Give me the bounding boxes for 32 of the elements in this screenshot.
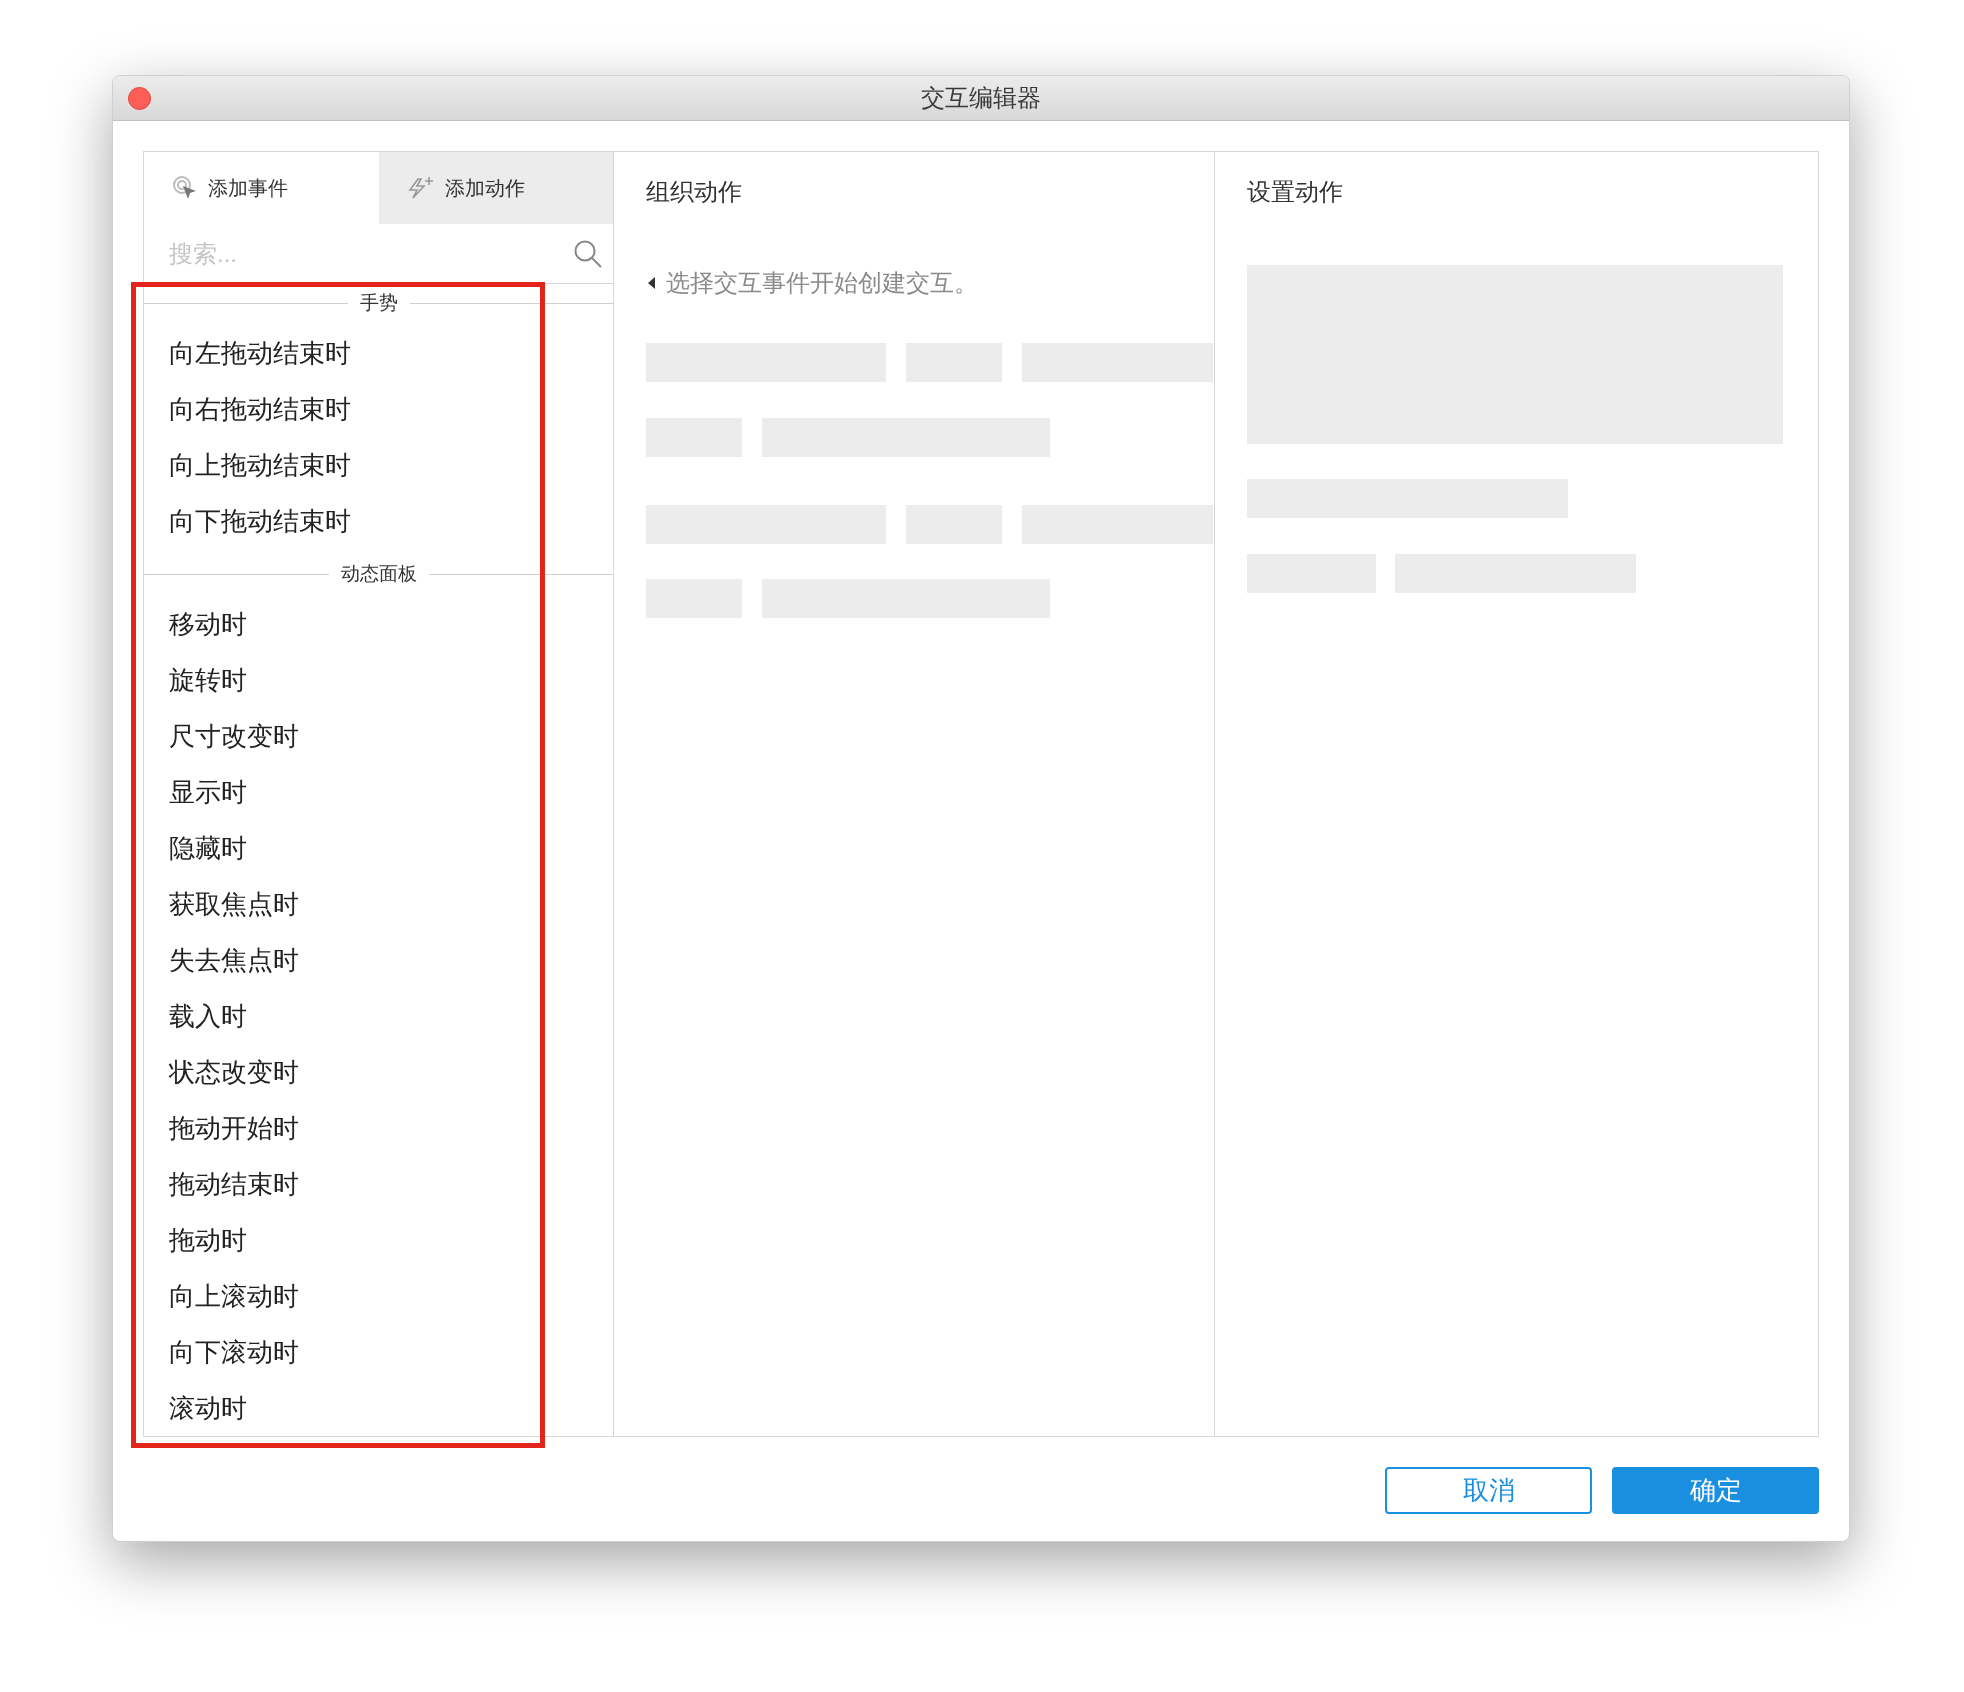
event-item[interactable]: 载入时 xyxy=(144,988,257,1044)
window-title: 交互编辑器 xyxy=(921,83,1041,113)
event-item[interactable]: 向右拖动结束时 xyxy=(144,381,361,437)
event-item[interactable]: 拖动时 xyxy=(144,1212,257,1268)
panel-title: 组织动作 xyxy=(646,177,743,207)
event-item[interactable]: 旋转时 xyxy=(144,652,257,708)
caret-icon xyxy=(646,276,656,290)
panel-title: 设置动作 xyxy=(1247,177,1344,207)
event-item[interactable]: 向上滚动时 xyxy=(144,1268,309,1324)
event-item[interactable]: 状态改变时 xyxy=(144,1044,309,1100)
section-header: 手势 xyxy=(359,290,398,315)
event-item[interactable]: 滚动时 xyxy=(144,1380,257,1436)
section-header: 动态面板 xyxy=(340,561,417,586)
cursor-click-icon xyxy=(172,175,198,201)
search-field[interactable]: 搜索... xyxy=(169,235,573,272)
tab[interactable]: 添加动作 xyxy=(378,152,613,224)
event-item[interactable]: 向左拖动结束时 xyxy=(144,325,361,381)
hint-text: 选择交互事件开始创建交互。 xyxy=(666,268,978,298)
close-button[interactable] xyxy=(128,87,151,110)
event-item[interactable]: 隐藏时 xyxy=(144,820,257,876)
event-item[interactable]: 显示时 xyxy=(144,764,257,820)
event-item[interactable]: 失去焦点时 xyxy=(144,932,309,988)
lightning-plus-icon xyxy=(406,176,435,200)
event-item[interactable]: 移动时 xyxy=(144,596,257,652)
event-item[interactable]: 拖动结束时 xyxy=(144,1156,309,1212)
event-item[interactable]: 尺寸改变时 xyxy=(144,708,309,764)
event-item[interactable]: 向下拖动结束时 xyxy=(144,493,361,549)
search-icon xyxy=(573,238,603,269)
event-item[interactable]: 向上拖动结束时 xyxy=(144,437,361,493)
event-item[interactable]: 拖动开始时 xyxy=(144,1100,309,1156)
event-item[interactable]: 获取焦点时 xyxy=(144,876,309,932)
event-item[interactable]: 向下滚动时 xyxy=(144,1324,309,1380)
